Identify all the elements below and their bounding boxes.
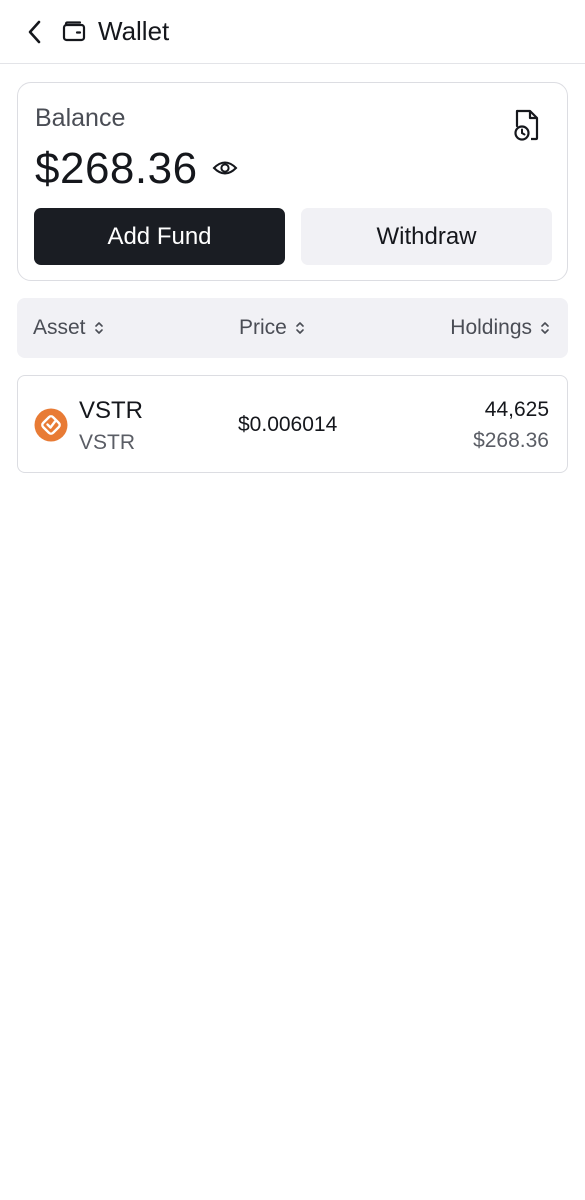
eye-icon [212, 161, 238, 175]
balance-card: Balance $268.36 Add Fund Withdraw [17, 82, 568, 281]
document-clock-icon [514, 109, 539, 141]
toggle-balance-visibility[interactable] [212, 157, 238, 179]
wallet-icon [62, 21, 86, 42]
sort-by-asset[interactable]: Asset [33, 298, 104, 358]
column-label-asset: Asset [33, 316, 86, 339]
column-label-holdings: Holdings [450, 316, 532, 339]
back-button[interactable] [20, 16, 50, 48]
asset-ticker: VSTR [79, 431, 136, 454]
holdings-value: $268.36 [473, 429, 549, 452]
asset-row[interactable]: VSTR VSTR $0.006014 44,625 $268.36 [17, 375, 568, 473]
page-title: Wallet [98, 16, 170, 46]
asset-name: VSTR [79, 397, 144, 424]
asset-price: $0.006014 [238, 413, 338, 436]
balance-label: Balance [35, 104, 126, 132]
holdings-amount: 44,625 [484, 398, 549, 421]
asset-table-header: Asset Price Holdings [17, 298, 568, 358]
sort-icon [541, 322, 549, 334]
balance-amount: $268.36 [35, 144, 198, 193]
withdraw-button[interactable]: Withdraw [301, 208, 552, 265]
vstr-coin-icon [34, 408, 68, 442]
sort-by-holdings[interactable]: Holdings [450, 298, 550, 358]
sort-by-price[interactable]: Price [239, 298, 305, 358]
chevron-left-icon [28, 20, 41, 44]
statement-button[interactable] [512, 108, 542, 142]
sort-icon [296, 322, 304, 334]
top-bar: Wallet [0, 0, 585, 64]
column-label-price: Price [239, 316, 287, 339]
add-fund-button[interactable]: Add Fund [34, 208, 285, 265]
sort-icon [94, 322, 103, 334]
wallet-page: Wallet Balance $268.36 Add Fund Withdraw… [0, 0, 585, 1200]
